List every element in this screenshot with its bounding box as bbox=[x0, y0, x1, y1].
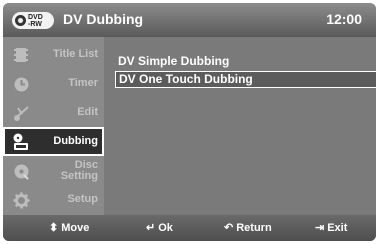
sidebar-item-dubbing[interactable]: Dubbing bbox=[3, 127, 104, 156]
sidebar-item-label: Setup bbox=[67, 193, 98, 205]
sidebar-item-label: Dubbing bbox=[53, 135, 98, 147]
sidebar-item-label: Edit bbox=[77, 106, 98, 118]
sidebar-item-title-list[interactable]: Title List bbox=[3, 40, 104, 69]
disc-type-line1: DVD bbox=[28, 13, 43, 21]
move-label: Move bbox=[61, 221, 90, 234]
enter-icon: ↵ bbox=[146, 222, 156, 234]
exit-label: Exit bbox=[327, 221, 348, 234]
sidebar-item-edit[interactable]: Edit bbox=[3, 98, 104, 127]
return-hint: ↶ Return bbox=[224, 221, 272, 235]
dubbing-icon bbox=[11, 132, 31, 152]
film-icon bbox=[11, 45, 31, 65]
header-bar: DVD -RW DV Dubbing 12:00 bbox=[3, 3, 376, 38]
gear-icon bbox=[11, 190, 31, 210]
return-label: Return bbox=[236, 221, 272, 234]
ok-label: Ok bbox=[158, 221, 173, 234]
option-dv-one-touch-dubbing[interactable]: DV One Touch Dubbing bbox=[115, 71, 376, 88]
sidebar-item-label: Timer bbox=[68, 77, 98, 89]
up-down-arrows-icon: ⬍ bbox=[49, 222, 59, 234]
sidebar-item-setup[interactable]: Setup bbox=[3, 185, 104, 214]
return-icon: ↶ bbox=[224, 222, 234, 234]
clock-display: 12:00 bbox=[326, 11, 362, 27]
disc-icon bbox=[15, 15, 26, 26]
sidebar-item-label: Disc Setting bbox=[60, 158, 98, 182]
dubbing-options-panel: DV Simple Dubbing DV One Touch Dubbing bbox=[104, 37, 376, 215]
disc-type-line2: -RW bbox=[28, 20, 42, 28]
exit-icon: ⇥ bbox=[315, 222, 325, 234]
dv-dubbing-screen: DVD -RW DV Dubbing 12:00 Title List Time… bbox=[3, 3, 376, 241]
move-hint: ⬍ Move bbox=[49, 221, 90, 235]
scissors-icon bbox=[11, 103, 31, 123]
disc-type-badge: DVD -RW bbox=[12, 12, 54, 29]
sidebar-item-timer[interactable]: Timer bbox=[3, 69, 104, 98]
sidebar-item-disc-setting[interactable]: Disc Setting bbox=[3, 156, 104, 185]
sidebar-menu: Title List Timer Edit Dubbing Disc Setti… bbox=[3, 37, 104, 215]
exit-hint: ⇥ Exit bbox=[315, 221, 348, 235]
disc-icon bbox=[11, 161, 31, 181]
footer-bar: ⬍ Move ↵ Ok ↶ Return ⇥ Exit bbox=[3, 215, 376, 241]
page-title: DV Dubbing bbox=[63, 11, 144, 27]
clock-icon bbox=[11, 74, 31, 94]
sidebar-item-label: Title List bbox=[52, 48, 98, 60]
ok-hint: ↵ Ok bbox=[146, 221, 173, 235]
option-dv-simple-dubbing[interactable]: DV Simple Dubbing bbox=[115, 53, 229, 70]
